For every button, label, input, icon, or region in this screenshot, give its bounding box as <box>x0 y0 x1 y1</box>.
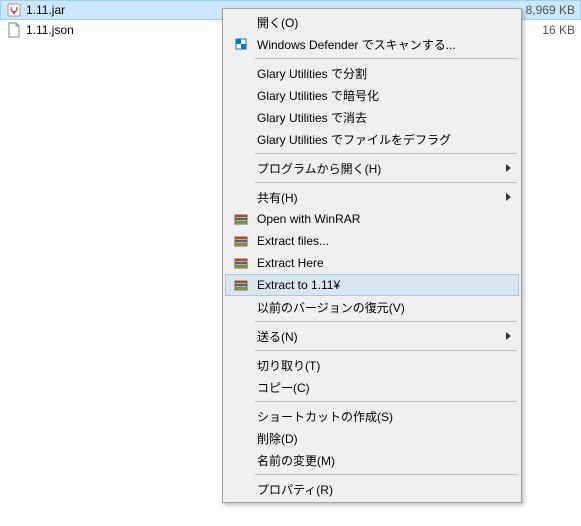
shield-icon <box>229 35 253 53</box>
menu-winrar-open[interactable]: Open with WinRAR <box>225 208 519 230</box>
menu-label: コピー(C) <box>257 379 495 396</box>
menu-label: プログラムから開く(H) <box>257 160 495 177</box>
menu-restore-version[interactable]: 以前のバージョンの復元(V) <box>225 296 519 318</box>
menu-separator <box>255 350 517 351</box>
menu-defender[interactable]: Windows Defender でスキャンする... <box>225 33 519 55</box>
menu-label: Glary Utilities で消去 <box>257 109 495 126</box>
menu-label: 以前のバージョンの復元(V) <box>257 299 495 316</box>
menu-label: プロパティ(R) <box>257 481 495 498</box>
menu-glary-erase[interactable]: Glary Utilities で消去 <box>225 106 519 128</box>
menu-separator <box>255 321 517 322</box>
chevron-right-icon <box>506 193 511 201</box>
menu-label: Extract to 1.11¥ <box>257 278 495 292</box>
menu-cut[interactable]: 切り取り(T) <box>225 354 519 376</box>
winrar-icon <box>229 210 253 228</box>
menu-label: Glary Utilities で分割 <box>257 65 495 82</box>
json-icon <box>6 22 22 38</box>
menu-separator <box>255 182 517 183</box>
menu-winrar-extract-here[interactable]: Extract Here <box>225 252 519 274</box>
menu-properties[interactable]: プロパティ(R) <box>225 478 519 500</box>
menu-separator <box>255 474 517 475</box>
menu-create-shortcut[interactable]: ショートカットの作成(S) <box>225 405 519 427</box>
winrar-icon <box>229 276 253 294</box>
menu-glary-encrypt[interactable]: Glary Utilities で暗号化 <box>225 84 519 106</box>
jar-icon <box>6 2 22 18</box>
menu-label: Extract Here <box>257 256 495 270</box>
winrar-icon <box>229 232 253 250</box>
menu-winrar-extract-files[interactable]: Extract files... <box>225 230 519 252</box>
chevron-right-icon <box>506 164 511 172</box>
menu-delete[interactable]: 削除(D) <box>225 427 519 449</box>
menu-share[interactable]: 共有(H) <box>225 186 519 208</box>
menu-label: Extract files... <box>257 234 495 248</box>
menu-label: Windows Defender でスキャンする... <box>257 36 495 53</box>
menu-label: 名前の変更(M) <box>257 452 495 469</box>
menu-glary-split[interactable]: Glary Utilities で分割 <box>225 62 519 84</box>
menu-label: ショートカットの作成(S) <box>257 408 495 425</box>
menu-rename[interactable]: 名前の変更(M) <box>225 449 519 471</box>
menu-label: Open with WinRAR <box>257 212 495 226</box>
menu-glary-defrag[interactable]: Glary Utilities でファイルをデフラグ <box>225 128 519 150</box>
menu-separator <box>255 58 517 59</box>
context-menu: 開く(O) Windows Defender でスキャンする... Glary … <box>222 8 522 503</box>
menu-separator <box>255 153 517 154</box>
chevron-right-icon <box>506 332 511 340</box>
menu-label: 削除(D) <box>257 430 495 447</box>
menu-open-with[interactable]: プログラムから開く(H) <box>225 157 519 179</box>
winrar-icon <box>229 254 253 272</box>
menu-label: 共有(H) <box>257 189 495 206</box>
menu-label: 切り取り(T) <box>257 357 495 374</box>
menu-winrar-extract-to[interactable]: Extract to 1.11¥ <box>225 274 519 296</box>
menu-open[interactable]: 開く(O) <box>225 11 519 33</box>
menu-label: 送る(N) <box>257 328 495 345</box>
menu-copy[interactable]: コピー(C) <box>225 376 519 398</box>
menu-separator <box>255 401 517 402</box>
menu-label: 開く(O) <box>257 14 495 31</box>
menu-send-to[interactable]: 送る(N) <box>225 325 519 347</box>
menu-label: Glary Utilities で暗号化 <box>257 87 495 104</box>
menu-label: Glary Utilities でファイルをデフラグ <box>257 131 495 148</box>
